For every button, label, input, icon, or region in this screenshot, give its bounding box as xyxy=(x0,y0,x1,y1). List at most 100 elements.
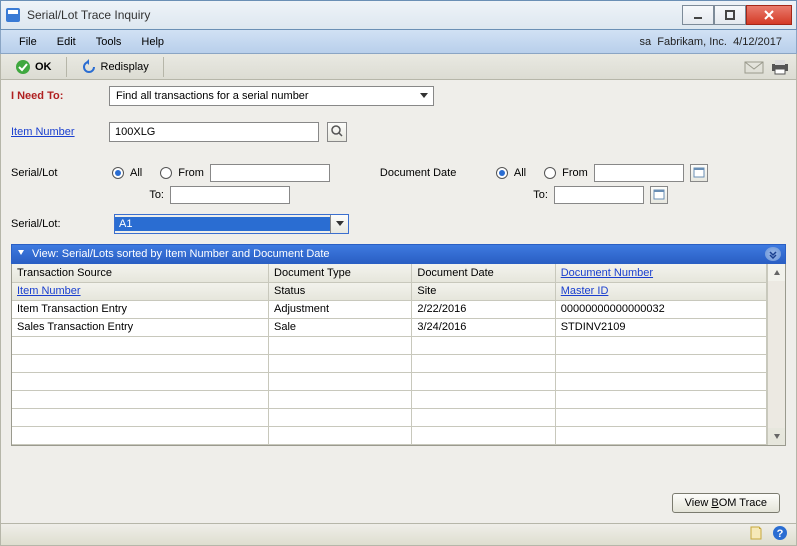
svg-text:?: ? xyxy=(777,528,784,540)
menu-help[interactable]: Help xyxy=(131,33,174,51)
scroll-track[interactable] xyxy=(768,281,785,428)
table-row[interactable] xyxy=(12,372,767,390)
i-need-to-label: I Need To: xyxy=(11,90,101,102)
doc-date-to-input[interactable] xyxy=(554,186,644,204)
doc-date-from-label: From xyxy=(562,167,588,179)
help-icon[interactable]: ? xyxy=(772,525,788,544)
serial-lot-from-input[interactable] xyxy=(210,164,330,182)
maximize-button[interactable] xyxy=(714,5,746,25)
toolbar-separator xyxy=(66,57,67,77)
serial-lot-radio-all[interactable] xyxy=(112,167,124,179)
view-bom-trace-button[interactable]: View BOM Trace xyxy=(672,493,780,513)
caret-down-icon xyxy=(419,90,429,103)
note-icon[interactable] xyxy=(748,525,764,544)
serial-lot-dropdown[interactable]: A1 xyxy=(114,214,349,234)
results-grid: Transaction Source Document Type Documen… xyxy=(11,264,786,446)
item-number-value: 100XLG xyxy=(115,126,155,138)
serial-lot-to-input[interactable] xyxy=(170,186,290,204)
serial-lot-all-label: All xyxy=(130,167,142,179)
serial-lot-radio-from[interactable] xyxy=(160,167,172,179)
menu-file[interactable]: File xyxy=(9,33,47,51)
toolbar: OK Redisplay xyxy=(0,54,797,80)
table-row[interactable] xyxy=(12,390,767,408)
cell: 2/22/2016 xyxy=(412,300,555,318)
table-row[interactable]: Item Transaction Entry Adjustment 2/22/2… xyxy=(12,300,767,318)
scroll-up-button[interactable] xyxy=(768,264,785,281)
calendar-icon xyxy=(653,188,665,203)
title-bar: Serial/Lot Trace Inquiry xyxy=(0,0,797,30)
ok-button[interactable]: OK xyxy=(7,57,60,77)
redisplay-button[interactable]: Redisplay xyxy=(73,57,157,77)
col-site[interactable]: Site xyxy=(412,282,555,300)
serial-lot-dropdown-caret[interactable] xyxy=(330,215,348,233)
grid-header-row-2: Item Number Status Site Master ID xyxy=(12,282,767,300)
redisplay-button-label: Redisplay xyxy=(101,61,149,73)
caret-down-icon xyxy=(335,218,345,231)
doc-date-from-calendar-button[interactable] xyxy=(690,164,708,182)
table-row[interactable]: Sales Transaction Entry Sale 3/24/2016 S… xyxy=(12,318,767,336)
status-company: Fabrikam, Inc. xyxy=(657,36,727,48)
view-bar-text: View: Serial/Lots sorted by Item Number … xyxy=(32,248,330,260)
i-need-to-value: Find all transactions for a serial numbe… xyxy=(116,90,309,102)
col-status[interactable]: Status xyxy=(269,282,412,300)
serial-lot-selected-value: A1 xyxy=(115,217,330,231)
menu-bar: File Edit Tools Help sa Fabrikam, Inc. 4… xyxy=(0,30,797,54)
status-user: sa xyxy=(640,36,652,48)
redisplay-icon xyxy=(81,59,97,75)
col-master-id[interactable]: Master ID xyxy=(555,282,766,300)
ok-button-label: OK xyxy=(35,61,52,73)
ok-check-icon xyxy=(15,59,31,75)
toolbar-separator xyxy=(163,57,164,77)
item-number-lookup-button[interactable] xyxy=(327,122,347,142)
item-number-link[interactable]: Item Number xyxy=(11,126,101,138)
expand-chevron-icon[interactable] xyxy=(765,247,781,261)
serial-lot-to-label: To: xyxy=(111,189,164,201)
document-date-filter-label: Document Date xyxy=(380,167,490,179)
minimize-button[interactable] xyxy=(682,5,714,25)
item-number-input[interactable]: 100XLG xyxy=(109,122,319,142)
magnifier-icon xyxy=(331,125,343,140)
col-item-number[interactable]: Item Number xyxy=(12,282,269,300)
cell: STDINV2109 xyxy=(555,318,766,336)
cell: Item Transaction Entry xyxy=(12,300,269,318)
serial-lot-select-label: Serial/Lot: xyxy=(11,218,106,230)
doc-date-to-calendar-button[interactable] xyxy=(650,186,668,204)
app-icon xyxy=(5,7,21,23)
main-panel: I Need To: Find all transactions for a s… xyxy=(0,80,797,546)
table-row[interactable] xyxy=(12,336,767,354)
menu-tools[interactable]: Tools xyxy=(86,33,132,51)
view-bar[interactable]: View: Serial/Lots sorted by Item Number … xyxy=(11,244,786,264)
email-icon[interactable] xyxy=(744,59,764,75)
cell: 3/24/2016 xyxy=(412,318,555,336)
scroll-down-button[interactable] xyxy=(768,428,785,445)
cell: Sale xyxy=(269,318,412,336)
col-document-type[interactable]: Document Type xyxy=(269,264,412,282)
table-row[interactable] xyxy=(12,426,767,444)
serial-lot-filter-label: Serial/Lot xyxy=(11,167,106,179)
doc-date-radio-from[interactable] xyxy=(544,167,556,179)
doc-date-all-label: All xyxy=(514,167,526,179)
view-bar-triangle-icon xyxy=(16,248,26,261)
menu-edit[interactable]: Edit xyxy=(47,33,86,51)
grid-scrollbar[interactable] xyxy=(767,264,785,445)
cell: Sales Transaction Entry xyxy=(12,318,269,336)
col-document-number[interactable]: Document Number xyxy=(555,264,766,282)
doc-date-from-input[interactable] xyxy=(594,164,684,182)
status-bar: ? xyxy=(1,523,796,545)
status-date: 4/12/2017 xyxy=(733,36,782,48)
col-transaction-source[interactable]: Transaction Source xyxy=(12,264,269,282)
col-document-date[interactable]: Document Date xyxy=(412,264,555,282)
cell: 00000000000000032 xyxy=(555,300,766,318)
results-grid-region: View: Serial/Lots sorted by Item Number … xyxy=(11,244,786,446)
table-row[interactable] xyxy=(12,408,767,426)
i-need-to-dropdown[interactable]: Find all transactions for a serial numbe… xyxy=(109,86,434,106)
serial-lot-from-label: From xyxy=(178,167,204,179)
window-title: Serial/Lot Trace Inquiry xyxy=(27,8,682,22)
table-row[interactable] xyxy=(12,354,767,372)
view-bom-trace-label: View BOM Trace xyxy=(685,497,767,509)
grid-header-row-1: Transaction Source Document Type Documen… xyxy=(12,264,767,282)
close-button[interactable] xyxy=(746,5,792,25)
doc-date-to-label: To: xyxy=(495,189,548,201)
printer-icon[interactable] xyxy=(770,59,790,75)
doc-date-radio-all[interactable] xyxy=(496,167,508,179)
